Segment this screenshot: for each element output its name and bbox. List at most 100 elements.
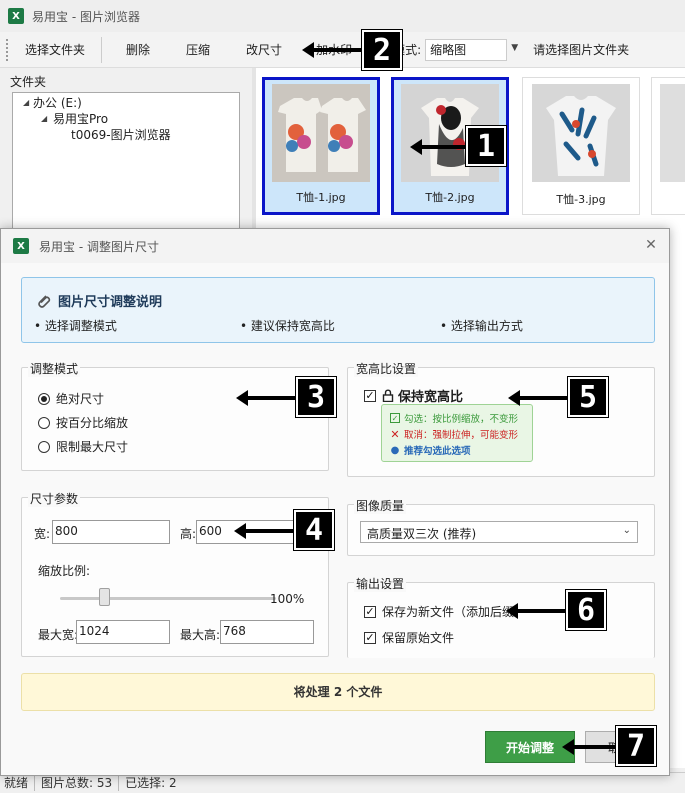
scale-slider-track[interactable] <box>60 597 276 600</box>
radio-percent-scale[interactable]: 按百分比缩放 <box>38 414 128 431</box>
annotation-marker-5: 5 <box>567 376 609 418</box>
annotation-arrow-5 <box>508 390 572 406</box>
expand-triangle-icon[interactable]: ◢ <box>23 95 29 111</box>
view-mode-value: 缩略图 <box>430 43 467 57</box>
compress-button[interactable]: 压缩 <box>174 32 222 68</box>
info-title: 图片尺寸调整说明 <box>36 291 162 310</box>
tree-item-label: t0069-图片浏览器 <box>71 128 171 142</box>
aspect-group: 宽高比设置 ✓ 保持宽高比 ✓ 勾选：按比例缩放，不变形 ✕ 取消：强制拉伸，可… <box>347 360 655 477</box>
scale-label: 缩放比例: <box>38 564 91 578</box>
size-params-group: 尺寸参数 宽: 800 高: 600 缩放比例: 100% 最大宽: 1024 … <box>21 490 329 657</box>
thumbnail-caption: T恤-3.jpg <box>556 193 606 206</box>
tree-item-label: 易用宝Pro <box>53 112 109 126</box>
checkbox-box[interactable]: ✓ <box>364 605 376 618</box>
annotation-marker-1: 1 <box>465 125 507 167</box>
radio-label: 按百分比缩放 <box>56 416 129 430</box>
dialog-title: 易用宝 - 调整图片尺寸 <box>39 239 159 254</box>
annotation-marker-6: 6 <box>565 589 607 631</box>
radio-indicator[interactable] <box>38 440 50 453</box>
keep-original-checkbox[interactable]: ✓ 保留原始文件 <box>364 629 454 646</box>
tree-item[interactable]: ◢ 易用宝Pro <box>13 111 239 127</box>
chevron-down-icon: ⌄ <box>622 525 631 536</box>
delete-button[interactable]: 删除 <box>102 32 174 68</box>
annotation-marker-4: 4 <box>293 509 335 551</box>
resize-dialog: X 易用宝 - 调整图片尺寸 ✕ 图片尺寸调整说明 • 选择调整模式 • 建议保… <box>0 228 670 776</box>
quality-select[interactable]: 高质量双三次 (推荐) ⌄ <box>360 521 638 543</box>
aspect-tip-box: ✓ 勾选：按比例缩放，不变形 ✕ 取消：强制拉伸，可能变形 ● 推荐勾选此选项 <box>381 404 533 462</box>
checkbox-box[interactable]: ✓ <box>364 631 376 644</box>
check-square-icon: ✓ <box>390 413 400 423</box>
close-icon[interactable]: ✕ <box>643 237 659 253</box>
status-selected: 已选择: 2 <box>125 776 177 790</box>
info-box: 图片尺寸调整说明 • 选择调整模式 • 建议保持宽高比 • 选择输出方式 <box>21 277 655 343</box>
radio-indicator[interactable] <box>38 392 50 405</box>
thumbnail-caption: T恤-2.jpg <box>425 191 475 204</box>
save-new-file-checkbox[interactable]: ✓ 保存为新文件（添加后缀 <box>364 603 514 620</box>
pin-icon: ● <box>390 444 400 456</box>
thumbnail-caption: T恤-1.jpg <box>296 191 346 204</box>
thumbnail-item[interactable]: T恤-1.jpg <box>262 77 380 215</box>
status-ready: 就绪 <box>0 775 36 791</box>
annotation-arrow-1 <box>410 139 468 155</box>
checkbox-box[interactable]: ✓ <box>364 389 376 402</box>
tip-recommend-text: 推荐勾选此选项 <box>404 446 471 457</box>
save-new-file-label: 保存为新文件（添加后缀 <box>382 605 515 619</box>
radio-absolute-size[interactable]: 绝对尺寸 <box>38 390 104 407</box>
main-window-title: 易用宝 - 图片浏览器 <box>32 9 140 24</box>
annotation-marker-2: 2 <box>361 29 403 71</box>
summary-banner: 将处理 2 个文件 <box>21 673 655 711</box>
view-mode-select[interactable]: 缩略图 ▼ <box>425 38 518 61</box>
folder-tree[interactable]: ◢ 办公 (E:) ◢ 易用宝Pro t0069-图片浏览器 <box>12 92 240 242</box>
radio-indicator[interactable] <box>38 416 50 429</box>
tree-item[interactable]: t0069-图片浏览器 <box>13 127 239 143</box>
tshirt-pair-image <box>272 84 370 182</box>
annotation-arrow-2 <box>302 42 364 58</box>
output-group-label: 输出设置 <box>354 575 407 592</box>
tree-item[interactable]: ◢ 办公 (E:) <box>13 95 239 111</box>
expand-triangle-icon[interactable]: ◢ <box>41 111 47 127</box>
tip-checked-text: 勾选：按比例缩放，不变形 <box>404 414 519 425</box>
info-point: • 选择调整模式 <box>34 319 117 333</box>
max-height-label: 最大高: <box>180 628 221 642</box>
info-title-text: 图片尺寸调整说明 <box>58 295 163 310</box>
info-point: • 建议保持宽高比 <box>240 319 335 333</box>
excel-app-icon: X <box>13 238 29 254</box>
chevron-down-icon: ▼ <box>511 42 519 53</box>
width-label: 宽: <box>34 527 51 541</box>
scale-slider-thumb[interactable] <box>99 588 110 606</box>
annotation-arrow-4 <box>234 523 296 539</box>
radio-label: 限制最大尺寸 <box>56 440 129 454</box>
tip-unchecked-text: 取消：强制拉伸，可能变形 <box>404 430 519 441</box>
output-group: 输出设置 ✓ 保存为新文件（添加后缀 ✓ 保留原始文件 <box>347 575 655 658</box>
tree-item-label: 办公 (E:) <box>33 96 82 110</box>
width-input[interactable]: 800 <box>52 520 170 544</box>
annotation-arrow-6 <box>506 603 570 619</box>
cross-icon: ✕ <box>390 427 400 441</box>
radio-max-size[interactable]: 限制最大尺寸 <box>38 438 128 455</box>
aspect-group-label: 宽高比设置 <box>354 360 419 377</box>
excel-app-icon: X <box>8 8 24 24</box>
tshirt-tropical-image <box>532 84 630 182</box>
lock-icon <box>382 389 394 402</box>
keep-aspect-label: 保持宽高比 <box>398 390 464 405</box>
keep-aspect-checkbox[interactable]: ✓ 保持宽高比 <box>364 386 463 405</box>
max-height-input[interactable]: 768 <box>220 620 314 644</box>
quality-group: 图像质量 高质量双三次 (推荐) ⌄ <box>347 497 655 556</box>
tip-row-unchecked: ✕ 取消：强制拉伸，可能变形 <box>390 427 519 442</box>
select-folder-button[interactable]: 选择文件夹 <box>9 32 101 68</box>
max-width-input[interactable]: 1024 <box>76 620 170 644</box>
dialog-title-bar: X 易用宝 - 调整图片尺寸 ✕ <box>1 229 669 263</box>
thumbnail-item[interactable]: T恤-3.jpg <box>522 77 640 215</box>
thumbnail-item[interactable] <box>651 77 685 215</box>
tshirt-image <box>660 84 685 182</box>
height-label: 高: <box>180 527 197 541</box>
resize-button[interactable]: 改尺寸 <box>222 32 306 68</box>
tip-row-checked: ✓ 勾选：按比例缩放，不变形 <box>390 411 518 425</box>
annotation-marker-7: 7 <box>615 725 657 767</box>
info-point: • 选择输出方式 <box>440 319 523 333</box>
max-width-label: 最大宽: <box>38 628 79 642</box>
folder-hint: 请选择图片文件夹 <box>533 43 630 57</box>
keep-original-label: 保留原始文件 <box>382 631 455 645</box>
scale-value: 100% <box>270 592 305 606</box>
radio-label: 绝对尺寸 <box>56 392 105 406</box>
